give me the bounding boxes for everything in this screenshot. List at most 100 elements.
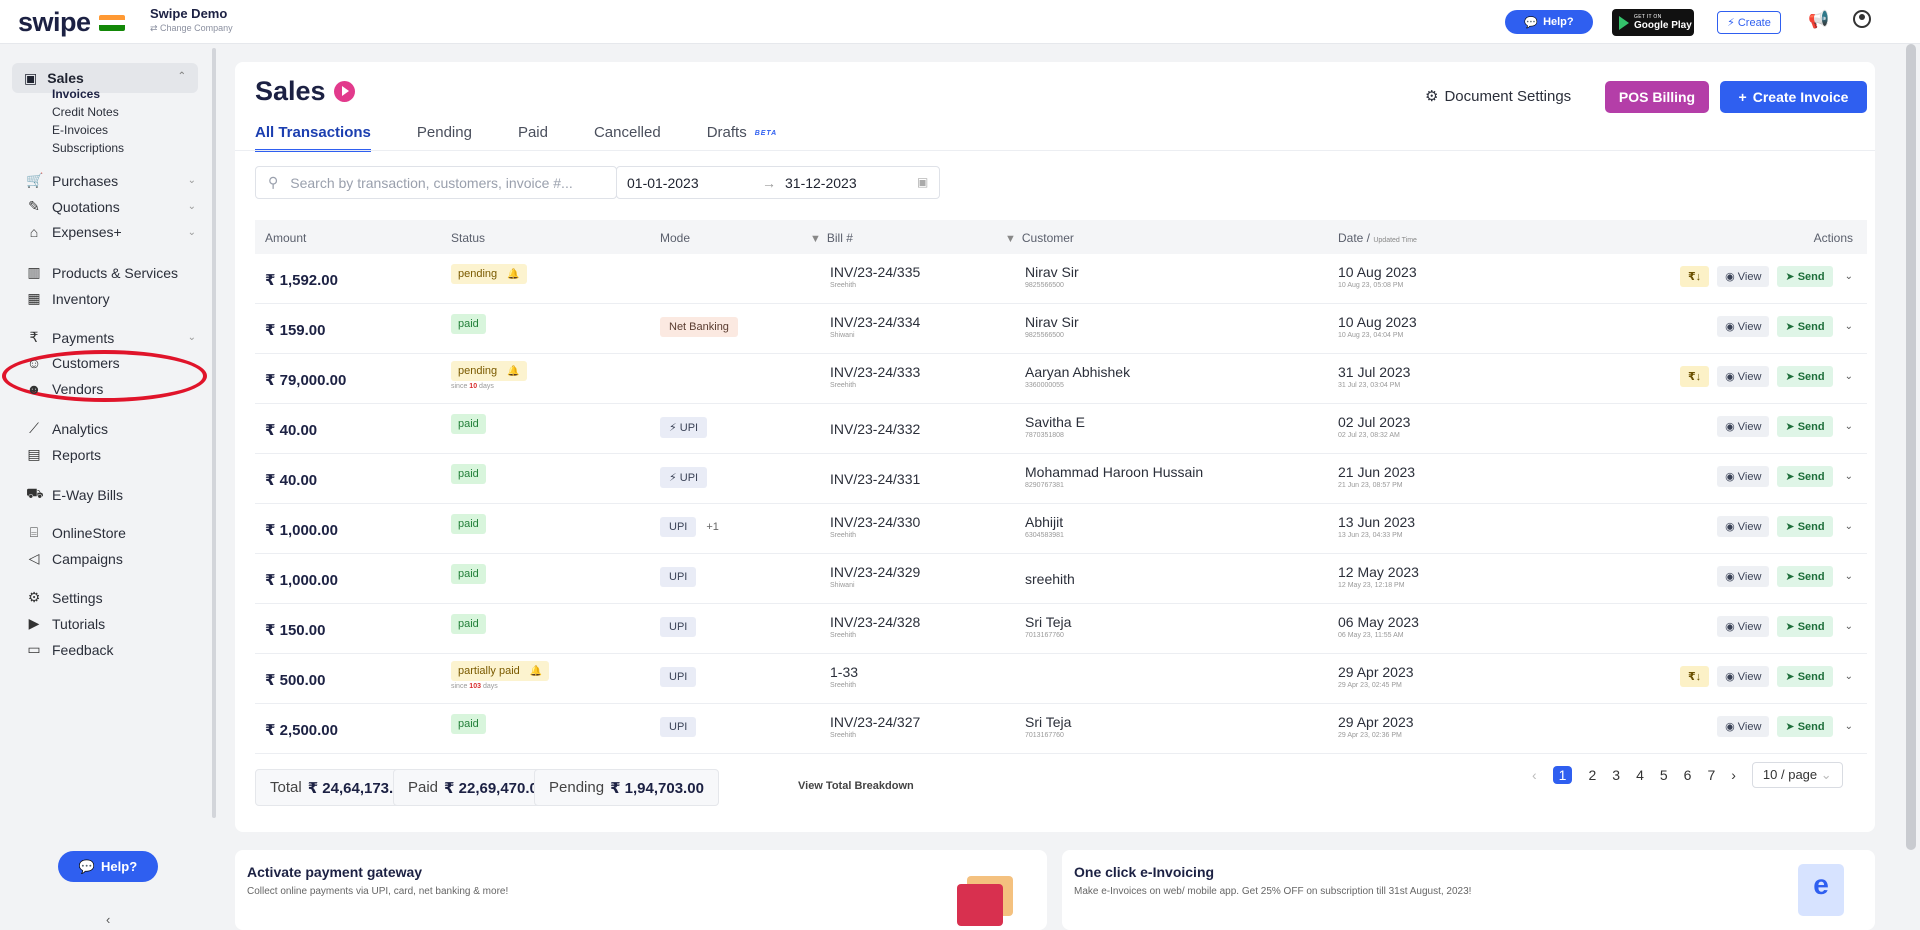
view-button[interactable]: ◉ View	[1717, 666, 1770, 687]
tab-pending[interactable]: Pending	[417, 124, 472, 152]
sidebar-item-inventory[interactable]: ▦ Inventory	[26, 290, 196, 307]
chevron-down-icon[interactable]: ⌄	[1845, 471, 1853, 482]
page-7[interactable]: 7	[1707, 767, 1715, 783]
customer-name[interactable]: sreehith	[1025, 571, 1075, 587]
page-1[interactable]: 1	[1552, 766, 1573, 784]
help-button[interactable]: 💬 Help?	[1505, 10, 1593, 34]
customer-name[interactable]: Nirav Sir	[1025, 264, 1079, 280]
customer-name[interactable]: Savitha E	[1025, 414, 1085, 430]
play-video-icon[interactable]	[333, 81, 355, 102]
record-payment-button[interactable]: ₹↓	[1679, 366, 1710, 387]
customer-name[interactable]: Aaryan Abhishek	[1025, 364, 1130, 380]
sidebar-item-campaigns[interactable]: ◁ Campaigns	[26, 550, 196, 567]
record-payment-button[interactable]: ₹↓	[1679, 666, 1710, 687]
sidebar-item-sales[interactable]: ▣ Sales ⌃	[12, 63, 198, 93]
view-button[interactable]: ◉ View	[1717, 416, 1770, 437]
sidebar-item-feedback[interactable]: ▭ Feedback	[26, 641, 196, 658]
send-button[interactable]: ➤ Send	[1777, 516, 1833, 537]
col-bill[interactable]: ▼ Bill #	[810, 231, 853, 245]
pos-billing-button[interactable]: POS Billing	[1605, 81, 1709, 113]
view-button[interactable]: ◉ View	[1717, 266, 1770, 287]
payment-gateway-promo[interactable]: Activate payment gateway Collect online …	[235, 850, 1047, 930]
sidebar-item-purchases[interactable]: 🛒 Purchases ⌄	[26, 172, 196, 189]
sidebar-sub-e-invoices[interactable]: E-Invoices	[52, 123, 108, 137]
table-row[interactable]: ₹ 159.00 paid Net Banking INV/23-24/334 Shiw…	[255, 304, 1867, 354]
send-button[interactable]: ➤ Send	[1777, 316, 1833, 337]
sidebar-item-analytics[interactable]: ⟋ Analytics	[26, 420, 196, 437]
table-row[interactable]: ₹ 500.00 partially paid 🔔 since 103 days UPI…	[255, 654, 1867, 704]
sidebar-item-expenses[interactable]: ⌂ Expenses+ ⌄	[26, 224, 196, 240]
company-switcher[interactable]: Swipe Demo ⇄ Change Company	[150, 6, 233, 34]
chevron-down-icon[interactable]: ⌄	[1845, 721, 1853, 732]
record-payment-button[interactable]: ₹↓	[1679, 266, 1710, 287]
send-button[interactable]: ➤ Send	[1777, 666, 1833, 687]
bill-number[interactable]: INV/23-24/327	[830, 714, 920, 730]
table-row[interactable]: ₹ 79,000.00 pending 🔔 since 10 days INV/23-2…	[255, 354, 1867, 404]
bell-icon[interactable]: 🔔	[507, 269, 519, 280]
sidebar-item-quotations[interactable]: ✎ Quotations ⌄	[26, 198, 196, 215]
chevron-down-icon[interactable]: ⌄	[1845, 571, 1853, 582]
tab-drafts[interactable]: Drafts BETA	[707, 124, 778, 152]
bill-number[interactable]: INV/23-24/334	[830, 314, 920, 330]
sidebar-scrollbar[interactable]	[212, 48, 216, 818]
table-row[interactable]: ₹ 1,592.00 pending 🔔 INV/23-24/335 Sreehith N…	[255, 254, 1867, 304]
sidebar-item-vendors[interactable]: ☻ Vendors	[26, 381, 196, 397]
collapse-sidebar-icon[interactable]: ‹	[106, 912, 110, 927]
sidebar-sub-credit-notes[interactable]: Credit Notes	[52, 105, 119, 119]
sidebar-item-eway-bills[interactable]: ⛟ E-Way Bills	[26, 485, 196, 504]
sidebar-sub-subscriptions[interactable]: Subscriptions	[52, 141, 124, 155]
view-total-breakdown-link[interactable]: View Total Breakdown	[798, 780, 914, 792]
chevron-down-icon[interactable]: ⌄	[1845, 621, 1853, 632]
send-button[interactable]: ➤ Send	[1777, 366, 1833, 387]
send-button[interactable]: ➤ Send	[1777, 716, 1833, 737]
customer-name[interactable]: Nirav Sir	[1025, 314, 1079, 330]
google-play-button[interactable]: GET IT ON Google Play	[1612, 9, 1694, 36]
bill-number[interactable]: INV/23-24/329	[830, 564, 920, 580]
chevron-down-icon[interactable]: ⌄	[1845, 371, 1853, 382]
bill-number[interactable]: INV/23-24/332	[830, 421, 920, 437]
send-button[interactable]: ➤ Send	[1777, 416, 1833, 437]
view-button[interactable]: ◉ View	[1717, 316, 1770, 337]
page-size-select[interactable]: 10 / page ⌄	[1751, 762, 1843, 788]
tab-cancelled[interactable]: Cancelled	[594, 124, 661, 152]
customer-name[interactable]: Mohammad Haroon Hussain	[1025, 464, 1203, 480]
table-row[interactable]: ₹ 40.00 paid ⚡ UPI INV/23-24/331 Mohammad Ha…	[255, 454, 1867, 504]
date-to[interactable]: 31-12-2023	[785, 175, 857, 191]
view-button[interactable]: ◉ View	[1717, 466, 1770, 487]
change-company-link[interactable]: ⇄ Change Company	[150, 23, 233, 34]
chevron-down-icon[interactable]: ⌄	[1845, 321, 1853, 332]
create-button[interactable]: ⚡ Create	[1717, 11, 1781, 34]
table-row[interactable]: ₹ 40.00 paid ⚡ UPI INV/23-24/332 Savitha E 78…	[255, 404, 1867, 454]
bill-number[interactable]: INV/23-24/330	[830, 514, 920, 530]
date-range-picker[interactable]: 01-01-2023 → 31-12-2023 ▣	[616, 166, 940, 199]
tab-paid[interactable]: Paid	[518, 124, 548, 152]
customer-name[interactable]: Sri Teja	[1025, 614, 1071, 630]
sidebar-item-settings[interactable]: ⚙ Settings	[26, 589, 196, 606]
bill-number[interactable]: INV/23-24/335	[830, 264, 920, 280]
search-input[interactable]: ⚲ Search by transaction, customers, invoi…	[255, 166, 617, 199]
view-button[interactable]: ◉ View	[1717, 566, 1770, 587]
bill-number[interactable]: INV/23-24/331	[830, 471, 920, 487]
view-button[interactable]: ◉ View	[1717, 366, 1770, 387]
sidebar-help-button[interactable]: 💬 Help?	[58, 851, 158, 882]
bell-icon[interactable]: 🔔	[507, 366, 519, 377]
date-from[interactable]: 01-01-2023	[627, 175, 699, 191]
sidebar-item-products-services[interactable]: ▥ Products & Services	[26, 264, 196, 281]
table-row[interactable]: ₹ 2,500.00 paid UPI INV/23-24/327 Sreehith Sr…	[255, 704, 1867, 754]
filter-icon[interactable]: ▼	[1005, 233, 1016, 245]
page-3[interactable]: 3	[1612, 767, 1620, 783]
table-row[interactable]: ₹ 1,000.00 paid UPI INV/23-24/329 Shiwani sre…	[255, 554, 1867, 604]
chevron-down-icon[interactable]: ⌄	[1845, 521, 1853, 532]
view-button[interactable]: ◉ View	[1717, 516, 1770, 537]
e-invoicing-promo[interactable]: One click e-Invoicing Make e-Invoices on…	[1062, 850, 1875, 930]
view-button[interactable]: ◉ View	[1717, 616, 1770, 637]
sidebar-sub-invoices[interactable]: Invoices	[52, 87, 100, 101]
send-button[interactable]: ➤ Send	[1777, 616, 1833, 637]
sidebar-item-onlinestore[interactable]: ⌸ OnlineStore	[26, 524, 196, 541]
view-button[interactable]: ◉ View	[1717, 716, 1770, 737]
filter-icon[interactable]: ▼	[810, 233, 821, 245]
page-2[interactable]: 2	[1588, 767, 1596, 783]
sidebar-item-tutorials[interactable]: ▶ Tutorials	[26, 615, 196, 632]
sidebar-item-customers[interactable]: ☺ Customers	[26, 355, 196, 371]
bill-number[interactable]: INV/23-24/333	[830, 364, 920, 380]
